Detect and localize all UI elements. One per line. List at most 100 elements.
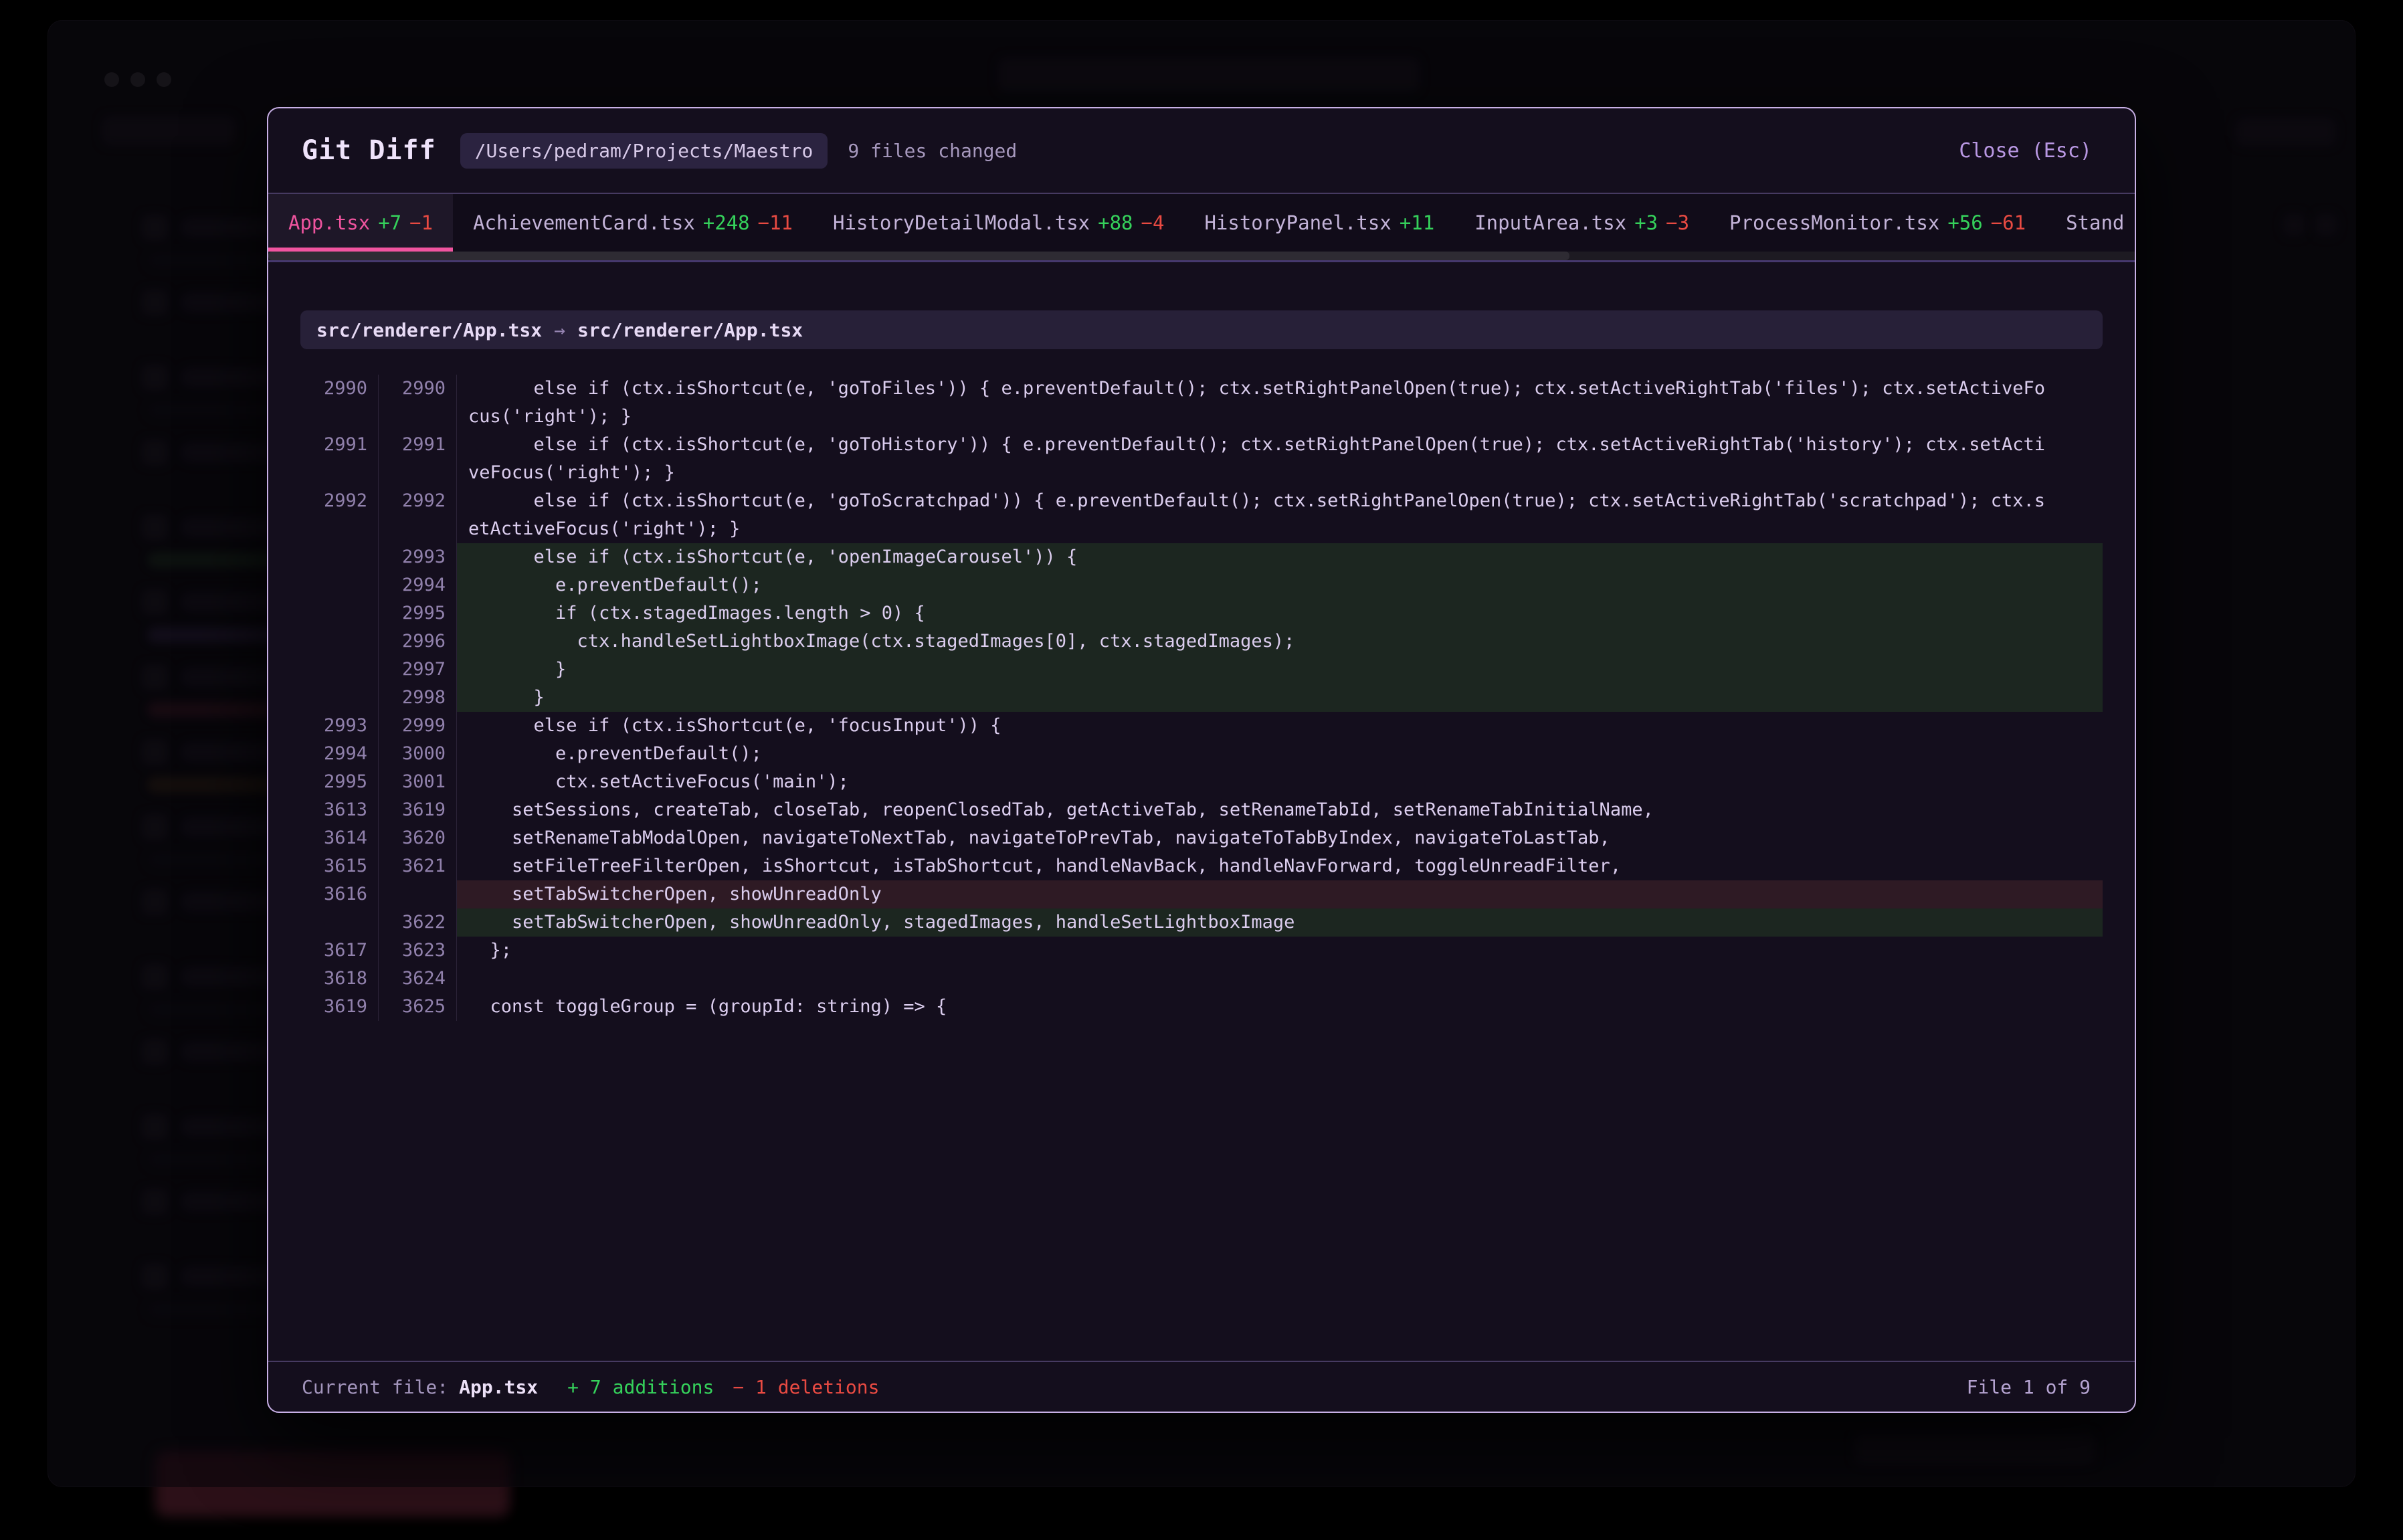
- line-number-old: 3614: [300, 824, 379, 852]
- line-number-old: [300, 908, 379, 937]
- line-number-old: 2990: [300, 375, 379, 403]
- diff-row: 36153621 setFileTreeFilterOpen, isShortc…: [300, 852, 2103, 880]
- diff-row: 29922992 else if (ctx.isShortcut(e, 'goT…: [300, 487, 2103, 515]
- line-number-old: [300, 684, 379, 712]
- file-tabs: App.tsx+7−1 AchievementCard.tsx +248 −11 His…: [268, 194, 2135, 252]
- code-text: }: [457, 684, 2103, 712]
- diff-row-added: 2998 }: [300, 684, 2103, 712]
- diff-row: 36173623 };: [300, 937, 2103, 965]
- line-number-new: [379, 403, 457, 431]
- tab-name: HistoryDetailModal.tsx: [833, 211, 1090, 234]
- line-number-new: [379, 880, 457, 908]
- diff-row: 29943000 e.preventDefault();: [300, 740, 2103, 768]
- diff-row: 29912991 else if (ctx.isShortcut(e, 'goT…: [300, 431, 2103, 459]
- tab-del: −4: [1141, 211, 1165, 234]
- diff-row: veFocus('right'); }: [300, 459, 2103, 487]
- diff-row-added: 3622 setTabSwitcherOpen, showUnreadOnly,…: [300, 908, 2103, 937]
- current-file-name: App.tsx: [459, 1376, 538, 1398]
- tab-historydetailmodal-tsx[interactable]: HistoryDetailModal.tsx+88−4: [813, 194, 1184, 252]
- line-number-new: 2993: [379, 543, 457, 571]
- tab-name: AchievementCard.tsx: [473, 211, 695, 234]
- diff-row-added: 2994 e.preventDefault();: [300, 571, 2103, 599]
- line-number-old: 2994: [300, 740, 379, 768]
- line-number-old: [300, 599, 379, 628]
- line-number-new: 2995: [379, 599, 457, 628]
- code-text: setSessions, createTab, closeTab, reopen…: [457, 796, 2103, 824]
- line-number-new: 3624: [379, 965, 457, 993]
- diff-row: 29953001 ctx.setActiveFocus('main');: [300, 768, 2103, 796]
- diff-row-added: 2993 else if (ctx.isShortcut(e, 'openIma…: [300, 543, 2103, 571]
- tab-processmonitor-tsx[interactable]: ProcessMonitor.tsx+56−61: [1709, 194, 2046, 252]
- diff-row-added: 2995 if (ctx.stagedImages.length > 0) {: [300, 599, 2103, 628]
- code-text: setRenameTabModalOpen, navigateToNextTab…: [457, 824, 2103, 852]
- code-text: veFocus('right'); }: [457, 459, 2103, 487]
- files-changed-count: 9 files changed: [848, 140, 1017, 162]
- line-number-old: 3617: [300, 937, 379, 965]
- tab-achievementcard-tsx[interactable]: AchievementCard.tsx +248 −11: [453, 194, 813, 252]
- line-number-new: [379, 515, 457, 543]
- line-number-new: 2998: [379, 684, 457, 712]
- diff-lines: 29902990 else if (ctx.isShortcut(e, 'goT…: [300, 375, 2103, 1021]
- tab-stand[interactable]: Stand: [2046, 194, 2135, 252]
- tabs-scrollbar: [268, 252, 2135, 260]
- tab-del: −1: [409, 211, 433, 234]
- repo-path-badge: /Users/pedram/Projects/Maestro: [460, 133, 828, 169]
- footer-deletions: − 1 deletions: [733, 1376, 879, 1398]
- tab-historypanel-tsx[interactable]: HistoryPanel.tsx+11: [1184, 194, 1454, 252]
- code-text: setTabSwitcherOpen, showUnreadOnly, stag…: [457, 908, 2103, 937]
- diff-row: 29902990 else if (ctx.isShortcut(e, 'goT…: [300, 375, 2103, 403]
- diff-row: 36193625 const toggleGroup = (groupId: s…: [300, 993, 2103, 1021]
- modal-footer: Current file: App.tsx + 7 additions − 1 …: [268, 1361, 2135, 1412]
- line-number-new: 3623: [379, 937, 457, 965]
- line-number-old: [300, 628, 379, 656]
- arrow-right-icon: →: [554, 319, 565, 341]
- code-text: setTabSwitcherOpen, showUnreadOnly: [457, 880, 2103, 908]
- tab-name: App.tsx: [288, 211, 370, 234]
- diff-row-added: 2996 ctx.handleSetLightboxImage(ctx.stag…: [300, 628, 2103, 656]
- line-number-old: 3616: [300, 880, 379, 908]
- diff-content: src/renderer/App.tsx → src/renderer/App.…: [268, 262, 2135, 1361]
- line-number-old: 3615: [300, 852, 379, 880]
- line-number-old: [300, 459, 379, 487]
- line-number-new: 2999: [379, 712, 457, 740]
- modal-header: Git Diff /Users/pedram/Projects/Maestro …: [268, 108, 2135, 194]
- tabs-scrollbar-thumb[interactable]: [268, 252, 1569, 260]
- diff-row: 29932999 else if (ctx.isShortcut(e, 'foc…: [300, 712, 2103, 740]
- code-text: setFileTreeFilterOpen, isShortcut, isTab…: [457, 852, 2103, 880]
- code-text: cus('right'); }: [457, 403, 2103, 431]
- line-number-new: 2997: [379, 656, 457, 684]
- line-number-new: 2991: [379, 431, 457, 459]
- tab-add: +11: [1400, 211, 1434, 234]
- file-path-old: src/renderer/App.tsx: [316, 319, 542, 341]
- line-number-old: 2995: [300, 768, 379, 796]
- file-position-indicator: File 1 of 9: [1967, 1376, 2091, 1398]
- code-text: else if (ctx.isShortcut(e, 'goToFiles'))…: [457, 375, 2103, 403]
- line-number-old: 2991: [300, 431, 379, 459]
- code-text: else if (ctx.isShortcut(e, 'goToScratchp…: [457, 487, 2103, 515]
- line-number-old: 2993: [300, 712, 379, 740]
- code-text: if (ctx.stagedImages.length > 0) {: [457, 599, 2103, 628]
- file-path-header: src/renderer/App.tsx → src/renderer/App.…: [300, 310, 2103, 349]
- file-path-new: src/renderer/App.tsx: [577, 319, 803, 341]
- code-text: else if (ctx.isShortcut(e, 'openImageCar…: [457, 543, 2103, 571]
- code-text: e.preventDefault();: [457, 740, 2103, 768]
- line-number-new: 3619: [379, 796, 457, 824]
- line-number-new: 2992: [379, 487, 457, 515]
- line-number-old: [300, 656, 379, 684]
- line-number-old: [300, 543, 379, 571]
- code-text: }: [457, 656, 2103, 684]
- current-file-label: Current file:: [302, 1376, 448, 1398]
- line-number-old: 2992: [300, 487, 379, 515]
- tab-add: +248: [703, 211, 750, 234]
- close-button[interactable]: Close (Esc): [1959, 139, 2092, 163]
- git-diff-modal: Git Diff /Users/pedram/Projects/Maestro …: [267, 107, 2136, 1413]
- tab-app-tsx[interactable]: App.tsx+7−1: [268, 194, 453, 252]
- line-number-old: 3619: [300, 993, 379, 1021]
- tab-add: +3: [1634, 211, 1658, 234]
- tab-inputarea-tsx[interactable]: InputArea.tsx+3−3: [1454, 194, 1709, 252]
- tab-del: −11: [758, 211, 793, 234]
- diff-row: 36183624: [300, 965, 2103, 993]
- line-number-old: 3618: [300, 965, 379, 993]
- tab-del: −3: [1666, 211, 1689, 234]
- code-text: else if (ctx.isShortcut(e, 'focusInput')…: [457, 712, 2103, 740]
